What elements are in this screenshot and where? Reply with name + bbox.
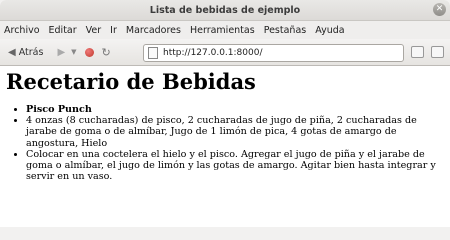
menu-archivo[interactable]: Archivo <box>4 25 40 36</box>
reload-icon[interactable]: ↻ <box>102 46 111 59</box>
menu-ir[interactable]: Ir <box>110 25 117 36</box>
page-icon <box>148 47 158 59</box>
menu-bar: Archivo Editar Ver Ir Marcadores Herrami… <box>0 21 450 39</box>
stop-icon[interactable] <box>84 47 94 57</box>
recipe-instructions: Colocar en una coctelera el hielo y el p… <box>26 149 444 183</box>
history-dropdown-icon[interactable]: ▼ <box>71 48 76 56</box>
window-title: Lista de bebidas de ejemplo <box>149 4 301 16</box>
back-label: Atrás <box>18 46 44 58</box>
navigation-toolbar: ◀ Atrás ▶ ▼ ↻ http://127.0.0.1:8000/ <box>0 39 450 66</box>
menu-pestanas[interactable]: Pestañas <box>264 25 307 36</box>
page-heading: Recetario de Bebidas <box>6 69 256 94</box>
back-arrow-icon: ◀ <box>8 46 16 58</box>
menu-ver[interactable]: Ver <box>86 25 102 36</box>
recipe-ingredients: 4 onzas (8 cucharadas) de pisco, 2 cucha… <box>26 115 444 149</box>
menu-icon[interactable] <box>431 46 444 58</box>
page-content: Recetario de Bebidas Pisco Punch 4 onzas… <box>0 69 450 182</box>
menu-herramientas[interactable]: Herramientas <box>190 25 255 36</box>
url-bar[interactable]: http://127.0.0.1:8000/ <box>143 44 404 62</box>
bookmarks-icon[interactable] <box>411 46 424 58</box>
browser-window: Lista de bebidas de ejemplo ✕ Archivo Ed… <box>0 0 450 227</box>
title-bar: Lista de bebidas de ejemplo ✕ <box>0 0 450 21</box>
recipe-name: Pisco Punch <box>26 104 444 115</box>
menu-editar[interactable]: Editar <box>49 25 77 36</box>
recipe-list: Pisco Punch 4 onzas (8 cucharadas) de pi… <box>6 104 444 182</box>
back-button[interactable]: ◀ Atrás <box>4 42 47 62</box>
url-text: http://127.0.0.1:8000/ <box>163 48 263 58</box>
menu-ayuda[interactable]: Ayuda <box>315 25 344 36</box>
forward-arrow-icon[interactable]: ▶ <box>57 47 65 58</box>
close-icon[interactable]: ✕ <box>433 3 446 16</box>
menu-marcadores[interactable]: Marcadores <box>126 25 181 36</box>
